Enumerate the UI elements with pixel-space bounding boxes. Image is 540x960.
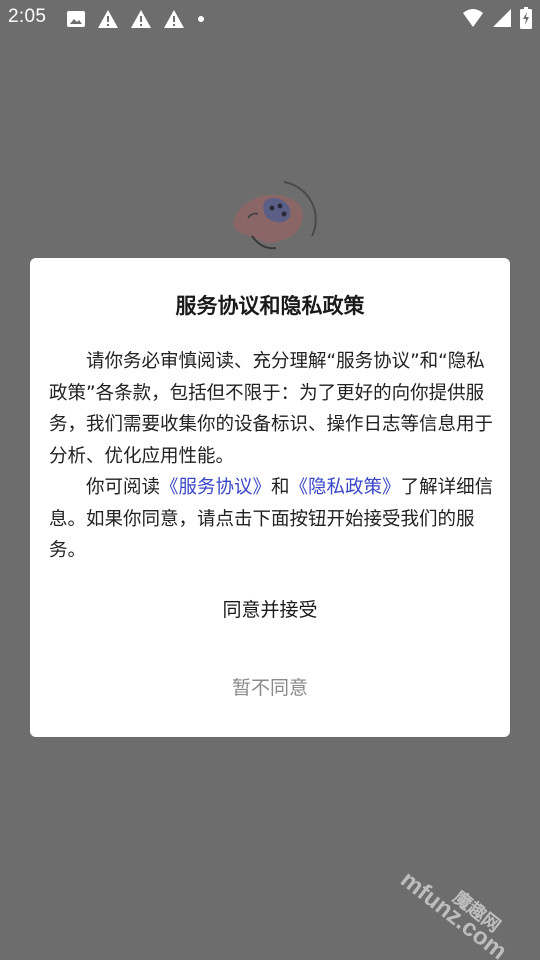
dot-icon <box>196 9 206 29</box>
app-logo <box>222 176 322 266</box>
image-icon <box>66 9 86 29</box>
dialog-title: 服务协议和隐私政策 <box>175 294 365 318</box>
cell-signal-icon <box>492 8 512 28</box>
system-icons <box>462 7 532 29</box>
notification-icons <box>66 8 206 30</box>
alert-icon <box>130 9 152 29</box>
status-time: 2:05 <box>8 6 47 27</box>
paragraph-2-prefix: 你可阅读 <box>86 477 161 498</box>
status-bar: 2:05 <box>0 0 540 36</box>
battery-charging-icon <box>520 7 532 29</box>
dialog-body: 请你务必审慎阅读、充分理解“服务协议”和“隐私政策”各条款，包括但不限于：为了更… <box>49 346 494 567</box>
dialog-paragraph-2: 你可阅读《服务协议》和《隐私政策》了解详细信息。如果你同意，请点击下面按钮开始接… <box>49 472 494 567</box>
privacy-policy-link[interactable]: 《隐私政策》 <box>290 477 401 498</box>
wifi-icon <box>462 8 484 28</box>
alert-icon <box>97 9 119 29</box>
paragraph-2-and: 和 <box>271 477 290 498</box>
agree-button[interactable]: 同意并接受 <box>30 588 510 632</box>
dialog-paragraph-1: 请你务必审慎阅读、充分理解“服务协议”和“隐私政策”各条款，包括但不限于：为了更… <box>49 351 494 467</box>
privacy-dialog: 服务协议和隐私政策 请你务必审慎阅读、充分理解“服务协议”和“隐私政策”各条款，… <box>30 258 510 737</box>
disagree-button[interactable]: 暂不同意 <box>30 666 510 710</box>
alert-icon <box>163 9 185 29</box>
app-screen: 2:05 服务协议和隐私政策 请你务必审慎阅读、充分理解“服务协议”和“隐私政策… <box>0 0 540 960</box>
service-agreement-link[interactable]: 《服务协议》 <box>160 477 271 498</box>
